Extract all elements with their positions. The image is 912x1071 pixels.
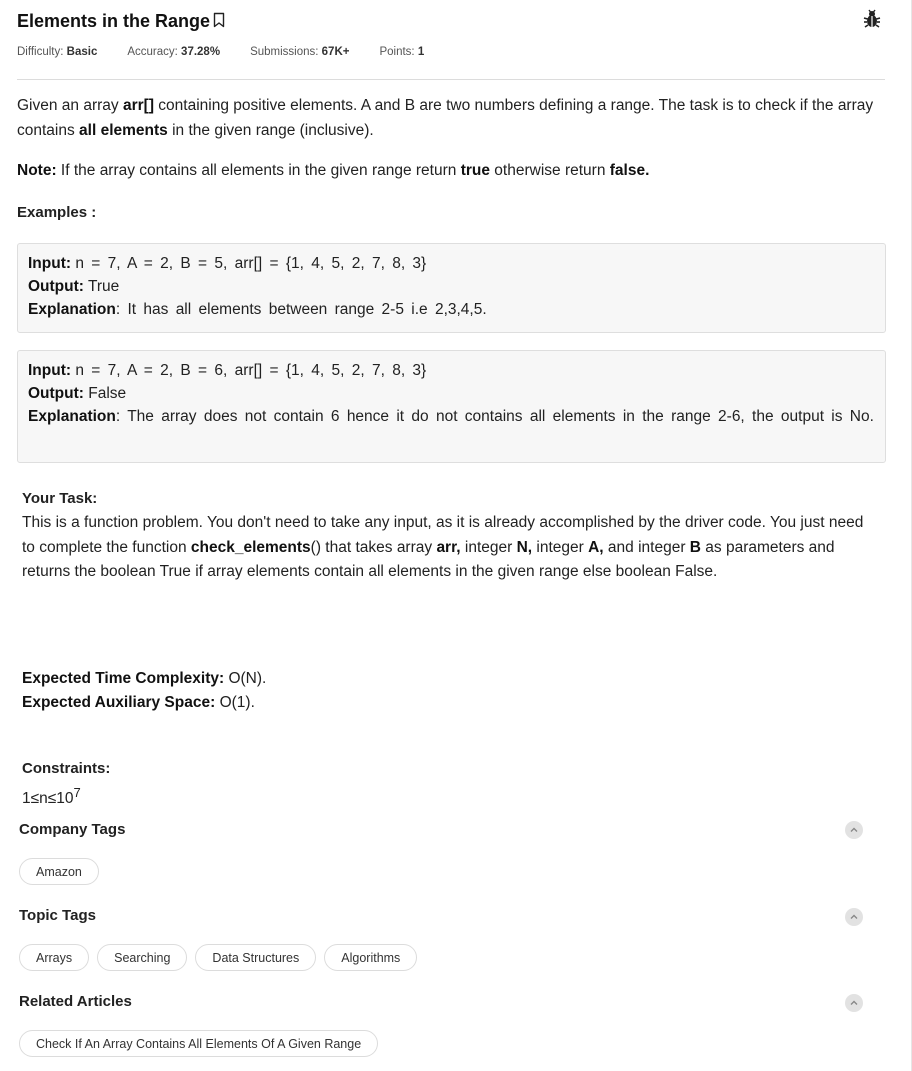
problem-title: Elements in the Range (17, 10, 211, 31)
problem-meta: Difficulty: Basic Accuracy: 37.28% Submi… (17, 46, 454, 58)
constraints-value: 1≤n≤107 (22, 785, 81, 808)
company-tags-list: Amazon (19, 858, 99, 885)
topic-tags-collapse-button[interactable] (845, 908, 863, 926)
problem-page: Elements in the Range Difficulty: Basic … (0, 0, 912, 1071)
space-complexity: Expected Auxiliary Space: O(1). (22, 694, 255, 711)
constraints-heading: Constraints: (22, 760, 111, 777)
task-heading: Your Task: (22, 490, 98, 507)
bug-report-icon[interactable] (861, 8, 883, 30)
topic-tag-algorithms[interactable]: Algorithms (324, 944, 418, 971)
divider (17, 79, 885, 80)
chevron-up-icon (850, 827, 858, 832)
related-articles-list: Check If An Array Contains All Elements … (19, 1030, 379, 1057)
company-tags-collapse-button[interactable] (845, 821, 863, 839)
topic-tags-heading: Topic Tags (19, 907, 96, 924)
topic-tags-list: Arrays Searching Data Structures Algorit… (19, 944, 418, 971)
accuracy-value: 37.28% (181, 46, 221, 58)
examples-heading: Examples : (17, 204, 97, 221)
bookmark-icon[interactable] (213, 12, 225, 33)
task-description: This is a function problem. You don't ne… (22, 514, 864, 580)
topic-tag-searching[interactable]: Searching (97, 944, 188, 971)
related-articles-collapse-button[interactable] (845, 994, 863, 1012)
related-articles-heading: Related Articles (19, 993, 132, 1010)
submissions-value: 67K+ (321, 46, 350, 58)
title-row: Elements in the Range (17, 8, 883, 34)
problem-note: Note: If the array contains all elements… (17, 162, 650, 179)
chevron-up-icon (850, 914, 858, 919)
topic-tag-arrays[interactable]: Arrays (19, 944, 90, 971)
difficulty-value: Basic (66, 46, 98, 58)
company-tags-heading: Company Tags (19, 821, 126, 838)
difficulty: Difficulty: Basic (17, 46, 98, 58)
topic-tag-data-structures[interactable]: Data Structures (195, 944, 317, 971)
related-article-link[interactable]: Check If An Array Contains All Elements … (19, 1030, 379, 1057)
points: Points: 1 (379, 46, 425, 58)
company-tag-amazon[interactable]: Amazon (19, 858, 99, 885)
problem-description: Given an array arr[] containing positive… (17, 97, 874, 139)
points-value: 1 (417, 46, 425, 58)
chevron-up-icon (850, 1000, 858, 1005)
time-complexity: Expected Time Complexity: O(N). (22, 670, 267, 687)
example-block-2: Input: n = 7, A = 2, B = 6, arr[] = {1, … (17, 350, 886, 463)
accuracy: Accuracy: 37.28% (127, 46, 221, 58)
example-block-1: Input: n = 7, A = 2, B = 5, arr[] = {1, … (17, 243, 886, 333)
submissions: Submissions: 67K+ (250, 46, 350, 58)
